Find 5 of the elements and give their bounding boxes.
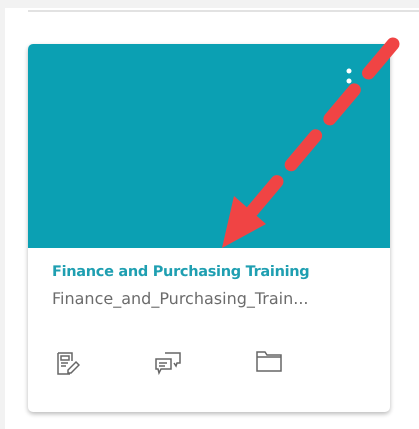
course-code: Finance_and_Purchasing_Train... bbox=[52, 289, 310, 308]
folder-icon[interactable] bbox=[256, 350, 282, 372]
discussions-icon[interactable] bbox=[154, 350, 182, 376]
course-card[interactable]: Finance and Purchasing Training Finance_and_Purchasing_Train... bbox=[28, 44, 390, 412]
course-title[interactable]: Finance and Purchasing Training bbox=[52, 264, 390, 280]
